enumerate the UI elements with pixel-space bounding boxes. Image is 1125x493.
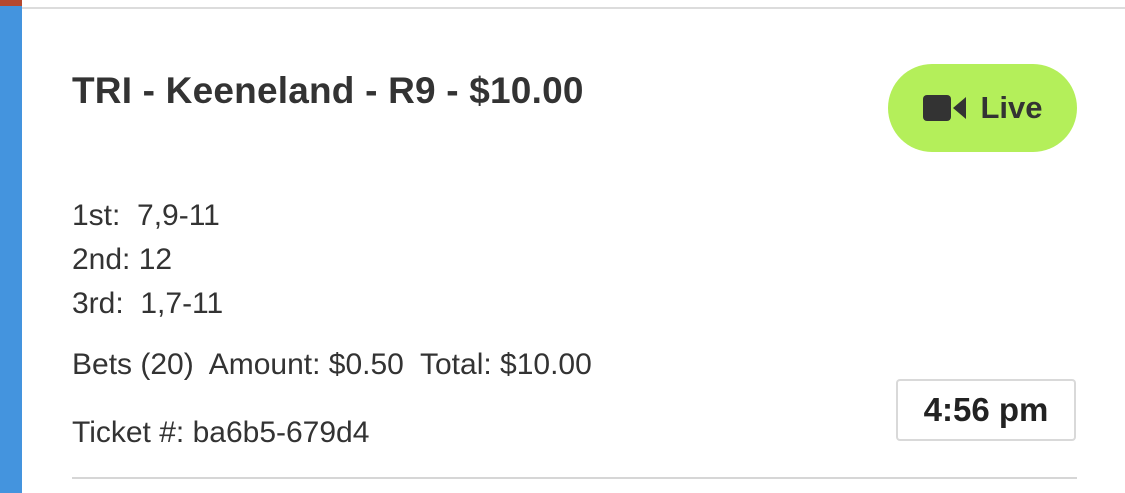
accent-corner xyxy=(0,0,22,6)
accent-bar xyxy=(0,0,22,493)
bets-summary: Bets (20) Amount: $0.50 Total: $10.00 xyxy=(72,348,592,381)
ticket-number: Ticket #: ba6b5-679d4 xyxy=(72,416,370,449)
bet-title: TRI - Keeneland - R9 - $10.00 xyxy=(72,70,584,111)
picks-list: 1st: 7,9-11 2nd: 12 3rd: 1,7-11 xyxy=(72,194,223,326)
live-label: Live xyxy=(980,90,1043,125)
pick-row-3rd: 3rd: 1,7-11 xyxy=(72,287,224,320)
video-camera-icon xyxy=(922,92,968,124)
pick-row-1st: 1st: 7,9-11 xyxy=(72,199,220,232)
pick-row-2nd: 2nd: 12 xyxy=(72,243,173,276)
bottom-divider xyxy=(72,477,1077,479)
top-divider xyxy=(22,7,1125,9)
live-button[interactable]: Live xyxy=(888,64,1077,152)
time-badge: 4:56 pm xyxy=(896,379,1076,441)
